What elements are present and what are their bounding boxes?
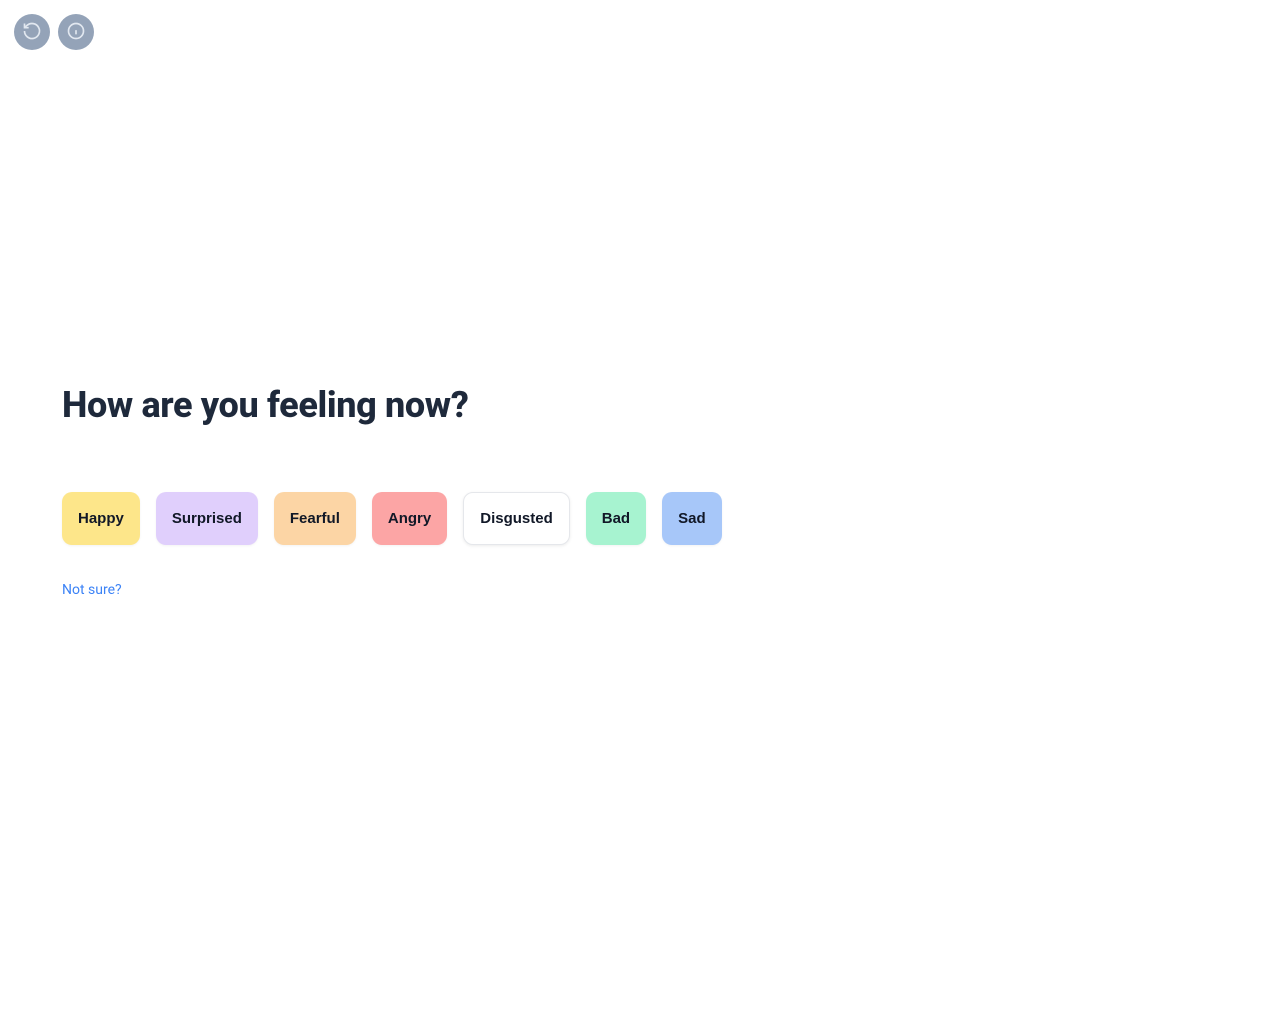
not-sure-link[interactable]: Not sure? [62,582,122,598]
emotion-bad-button[interactable]: Bad [586,492,646,545]
emotion-disgusted-button[interactable]: Disgusted [463,492,570,545]
reset-button[interactable] [14,14,50,50]
page-title: How are you feeling now? [62,384,1280,426]
rotate-ccw-icon [22,21,42,44]
top-icon-bar [14,14,94,50]
emotion-surprised-button[interactable]: Surprised [156,492,258,545]
emotion-happy-button[interactable]: Happy [62,492,140,545]
emotion-fearful-button[interactable]: Fearful [274,492,356,545]
emotion-angry-button[interactable]: Angry [372,492,447,545]
main-content: How are you feeling now? Happy Surprised… [0,0,1280,598]
info-icon [66,21,86,44]
info-button[interactable] [58,14,94,50]
emotion-sad-button[interactable]: Sad [662,492,722,545]
emotion-row: Happy Surprised Fearful Angry Disgusted … [62,492,1280,545]
